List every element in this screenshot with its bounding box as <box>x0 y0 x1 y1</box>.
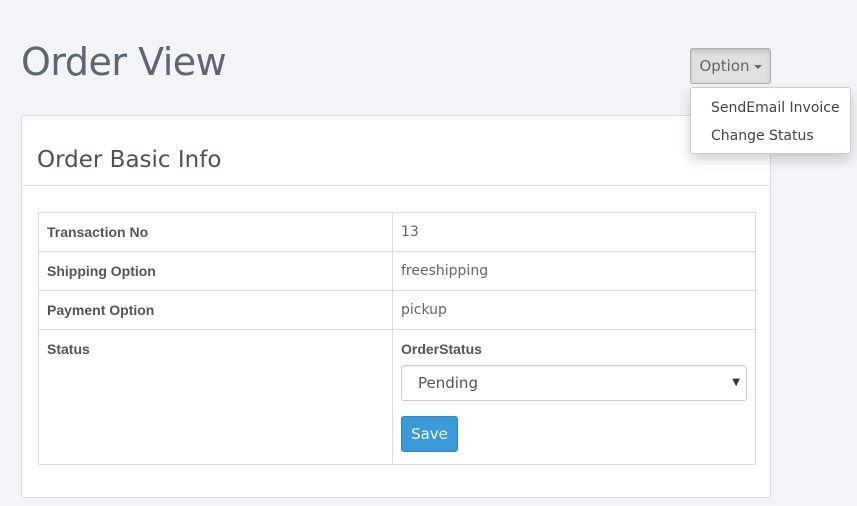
order-status-label: OrderStatus <box>401 341 482 357</box>
order-info-table: Transaction No 13 Shipping Option freesh… <box>38 212 756 465</box>
table-row: Shipping Option freeshipping <box>38 251 756 291</box>
option-button-label: Option <box>699 57 750 75</box>
row-label-status: Status <box>38 329 393 465</box>
menu-item-send-email-invoice[interactable]: SendEmail Invoice <box>691 94 850 122</box>
order-status-selected-value: Pending <box>418 374 478 392</box>
table-row: Payment Option pickup <box>38 290 756 330</box>
status-cell: OrderStatus Pending ▼ Save <box>392 329 756 465</box>
panel-title: Order Basic Info <box>37 147 222 173</box>
menu-item-change-status[interactable]: Change Status <box>691 122 850 150</box>
panel-heading: Order Basic Info <box>22 116 770 186</box>
order-status-select[interactable]: Pending ▼ <box>401 365 747 401</box>
row-value-transaction-no: 13 <box>392 212 756 252</box>
page-title: Order View <box>21 40 227 84</box>
order-basic-info-panel: Order Basic Info Transaction No 13 Shipp… <box>21 115 771 498</box>
row-label-payment-option: Payment Option <box>38 290 393 330</box>
table-row: Transaction No 13 <box>38 212 756 252</box>
row-value-shipping-option: freeshipping <box>392 251 756 291</box>
caret-down-icon <box>753 65 762 69</box>
option-dropdown-menu: SendEmail Invoice Change Status <box>690 87 851 154</box>
table-row-status: Status OrderStatus Pending ▼ Save <box>38 329 756 465</box>
row-label-shipping-option: Shipping Option <box>38 251 393 291</box>
save-button[interactable]: Save <box>401 416 458 452</box>
row-value-payment-option: pickup <box>392 290 756 330</box>
row-label-transaction-no: Transaction No <box>38 212 393 252</box>
select-arrow-icon: ▼ <box>732 377 740 388</box>
option-dropdown-button[interactable]: Option <box>690 48 771 84</box>
